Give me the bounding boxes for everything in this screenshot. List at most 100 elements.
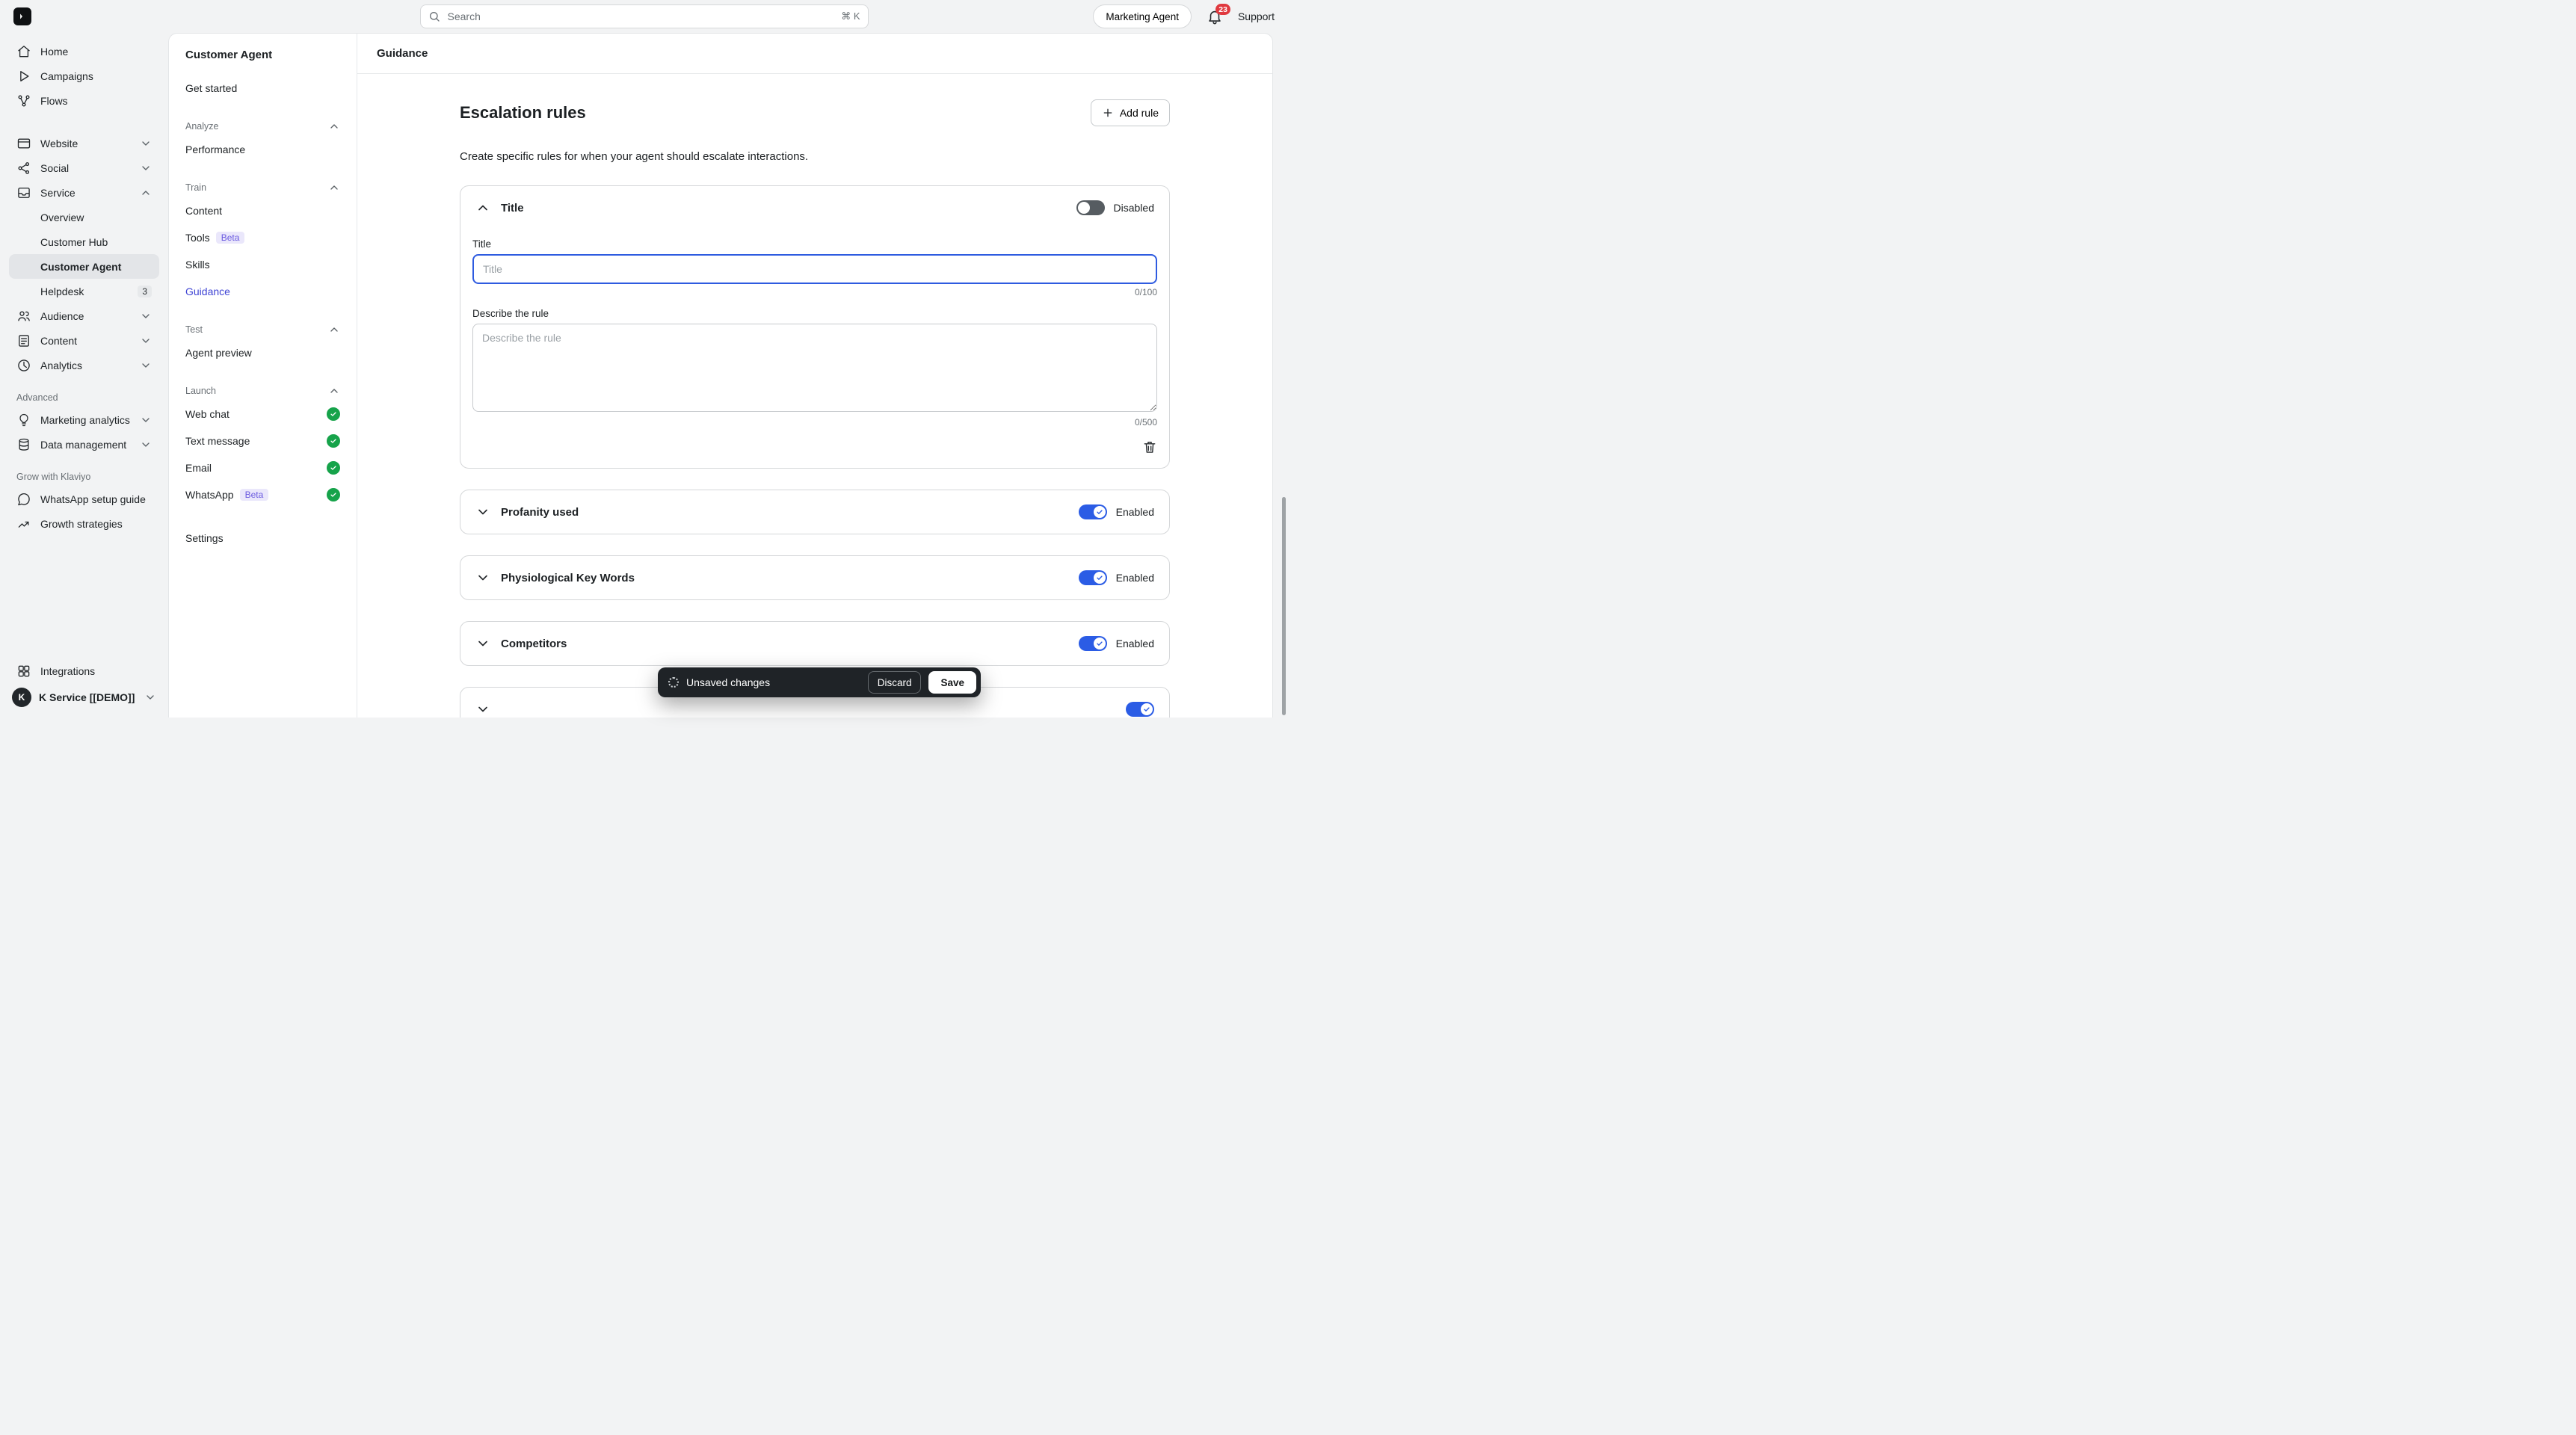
rule-card-profanity: Profanity used Enabled: [460, 490, 1170, 534]
check-circle-icon: [327, 488, 340, 502]
unsaved-changes-toast: Unsaved changes Discard Save: [658, 667, 981, 697]
sidebar-item-campaigns[interactable]: Campaigns: [9, 64, 159, 88]
analytics-icon: [16, 358, 31, 373]
account-switcher[interactable]: K K Service [[DEMO]]: [9, 683, 159, 707]
rule-state-label: Enabled: [1115, 506, 1154, 518]
rule-description-textarea[interactable]: [472, 324, 1157, 412]
sidebar-item-content[interactable]: Content: [9, 328, 159, 353]
sidebar-item-whatsapp-setup[interactable]: WhatsApp setup guide: [9, 487, 159, 511]
notifications-bell[interactable]: 23: [1207, 4, 1230, 25]
subnav-text-message[interactable]: Text message: [185, 428, 340, 454]
chevron-down-icon: [140, 359, 152, 371]
subnav-agent-preview[interactable]: Agent preview: [185, 339, 340, 366]
account-avatar: K: [12, 688, 31, 707]
flows-icon: [16, 93, 31, 108]
discard-button[interactable]: Discard: [867, 671, 922, 694]
sidebar-item-overview[interactable]: Overview: [9, 205, 159, 229]
collapse-chevron-down-icon[interactable]: [475, 570, 490, 585]
describe-char-counter: 0/500: [1134, 417, 1157, 428]
sidebar-item-analytics[interactable]: Analytics: [9, 353, 159, 377]
subnav-section-launch[interactable]: Launch: [185, 381, 340, 401]
sidebar-item-home[interactable]: Home: [9, 39, 159, 64]
rule-enabled-toggle[interactable]: [1076, 200, 1105, 215]
rule-title-input[interactable]: [472, 254, 1157, 284]
sidebar-item-growth-strategies[interactable]: Growth strategies: [9, 511, 159, 536]
klaviyo-logo[interactable]: [13, 7, 31, 25]
sidebar-item-customer-agent[interactable]: Customer Agent: [9, 254, 159, 279]
content-icon: [16, 333, 31, 348]
check-circle-icon: [327, 407, 340, 421]
subnav-guidance[interactable]: Guidance: [185, 278, 340, 305]
subnav-section-test[interactable]: Test: [185, 320, 340, 339]
page-header-title: Guidance: [377, 47, 428, 60]
lightbulb-icon: [16, 413, 31, 428]
sidebar-item-flows[interactable]: Flows: [9, 88, 159, 113]
plus-icon: [1102, 107, 1114, 119]
rule-state-label: Disabled: [1113, 202, 1154, 214]
sidebar-section-grow: Grow with Klaviyo: [16, 472, 91, 482]
sidebar-item-social[interactable]: Social: [9, 155, 159, 180]
marketing-agent-button[interactable]: Marketing Agent: [1093, 4, 1192, 28]
subnav-email[interactable]: Email: [185, 454, 340, 481]
global-search[interactable]: ⌘ K: [419, 4, 869, 28]
subnav-section-analyze[interactable]: Analyze: [185, 117, 340, 136]
chevron-up-icon: [328, 324, 340, 336]
subnav-settings[interactable]: Settings: [185, 525, 340, 552]
topbar: ⌘ K Marketing Agent 23 Support: [0, 0, 1288, 33]
loading-spinner-icon: [668, 677, 679, 688]
rule-enabled-toggle[interactable]: [1078, 504, 1107, 519]
rule-enabled-toggle[interactable]: [1126, 702, 1154, 717]
sidebar-item-audience[interactable]: Audience: [9, 303, 159, 328]
subnav-skills[interactable]: Skills: [185, 251, 340, 278]
collapse-chevron-down-icon[interactable]: [475, 504, 490, 519]
chevron-down-icon: [140, 310, 152, 322]
main-content: Guidance Escalation rules Add rule Creat…: [357, 34, 1272, 718]
subnav-get-started[interactable]: Get started: [185, 75, 340, 102]
sidebar-item-customer-hub[interactable]: Customer Hub: [9, 229, 159, 254]
service-icon: [16, 185, 31, 200]
rule-enabled-toggle[interactable]: [1078, 570, 1107, 585]
sidebar-item-integrations[interactable]: Integrations: [9, 658, 159, 683]
support-link[interactable]: Support: [1238, 10, 1275, 22]
collapse-chevron-down-icon[interactable]: [475, 702, 490, 717]
audience-icon: [16, 309, 31, 324]
campaigns-icon: [16, 69, 31, 84]
save-button[interactable]: Save: [928, 671, 976, 694]
scrollbar-thumb[interactable]: [1282, 497, 1286, 715]
sidebar-item-data-management[interactable]: Data management: [9, 432, 159, 457]
subnav-web-chat[interactable]: Web chat: [185, 401, 340, 428]
sidebar-item-website[interactable]: Website: [9, 131, 159, 155]
chevron-down-icon: [140, 138, 152, 149]
subnav-whatsapp[interactable]: WhatsApp Beta: [185, 481, 340, 508]
beta-badge: Beta: [215, 232, 245, 244]
rule-state-label: Enabled: [1115, 638, 1154, 649]
chat-bubble-icon: [16, 492, 31, 507]
scroll-area[interactable]: Escalation rules Add rule Create specifi…: [357, 74, 1272, 718]
page-title: Escalation rules: [460, 103, 586, 122]
sidebar-item-helpdesk[interactable]: Helpdesk 3: [9, 279, 159, 303]
title-char-counter: 0/100: [1134, 287, 1157, 297]
beta-badge: Beta: [239, 489, 269, 501]
database-icon: [16, 437, 31, 452]
rule-enabled-toggle[interactable]: [1078, 636, 1107, 651]
chevron-down-icon: [140, 162, 152, 174]
chevron-down-icon: [140, 414, 152, 426]
subnav-section-train[interactable]: Train: [185, 178, 340, 197]
grid-icon: [16, 664, 31, 679]
chevron-down-icon: [140, 335, 152, 347]
customer-agent-sidebar: Customer Agent Get started Analyze Perfo…: [169, 34, 357, 718]
notification-badge: 23: [1215, 4, 1230, 15]
chevron-up-icon: [328, 385, 340, 397]
subnav-tools[interactable]: Tools Beta: [185, 224, 340, 251]
sidebar-item-marketing-analytics[interactable]: Marketing analytics: [9, 407, 159, 432]
collapse-chevron-up-icon[interactable]: [475, 200, 490, 215]
collapse-chevron-down-icon[interactable]: [475, 636, 490, 651]
subnav-performance[interactable]: Performance: [185, 136, 340, 163]
rule-card-physiological: Physiological Key Words Enabled: [460, 555, 1170, 600]
search-input[interactable]: [446, 10, 836, 23]
delete-rule-icon[interactable]: [1142, 439, 1157, 454]
sidebar-item-service[interactable]: Service: [9, 180, 159, 205]
subnav-content[interactable]: Content: [185, 197, 340, 224]
toast-message: Unsaved changes: [686, 676, 771, 688]
add-rule-button[interactable]: Add rule: [1090, 99, 1170, 126]
